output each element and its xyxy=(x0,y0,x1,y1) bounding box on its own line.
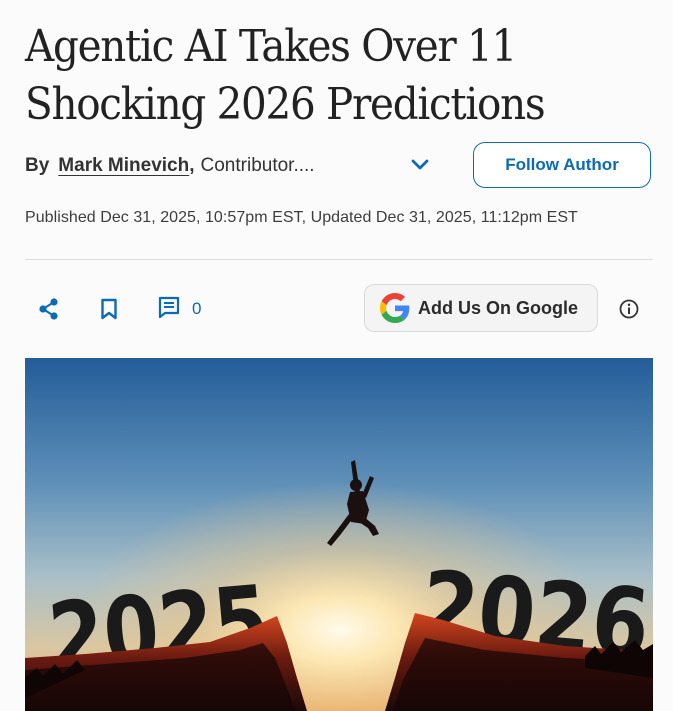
author-role: Contributor.... xyxy=(200,155,315,176)
comments-button[interactable]: 0 xyxy=(158,295,201,323)
hero-image: 2025 2026 xyxy=(25,358,653,711)
byline: By Mark Minevich , Contributor.... xyxy=(25,150,315,182)
comment-icon xyxy=(158,296,180,323)
publish-dates: Published Dec 31, 2025, 10:57pm EST, Upd… xyxy=(25,209,578,226)
add-us-on-google-button[interactable]: Add Us On Google xyxy=(364,284,598,332)
article-title: Agentic AI Takes Over 11 Shocking 2026 P… xyxy=(25,21,546,130)
byline-separator: , xyxy=(189,155,195,176)
info-icon[interactable] xyxy=(618,298,640,325)
author-link[interactable]: Mark Minevich xyxy=(58,155,189,177)
share-icon[interactable] xyxy=(38,295,60,323)
divider xyxy=(25,259,653,260)
follow-author-button[interactable]: Follow Author xyxy=(473,142,651,188)
bookmark-icon[interactable] xyxy=(100,295,118,323)
google-icon xyxy=(380,293,410,323)
comment-count: 0 xyxy=(192,299,202,318)
google-button-label: Add Us On Google xyxy=(418,297,578,318)
byline-prefix: By xyxy=(25,155,50,176)
chevron-down-icon[interactable] xyxy=(406,153,434,177)
